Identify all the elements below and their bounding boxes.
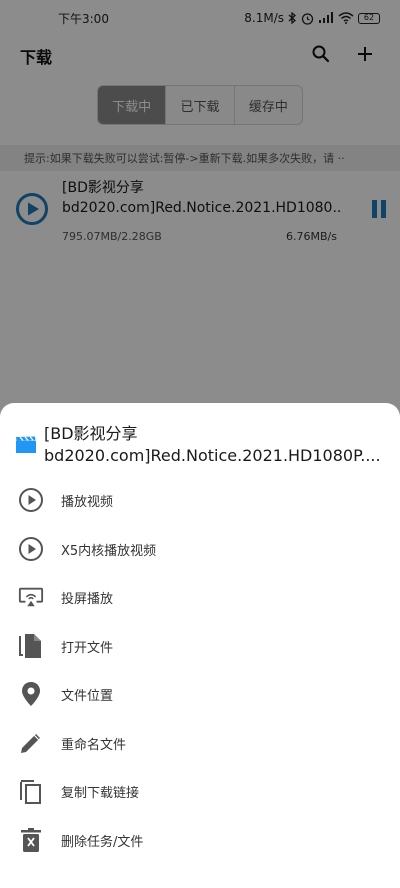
menu-item-label: 文件位置	[61, 689, 114, 704]
action-sheet: [BD影视分享 bd2020.com]Red.Notice.2021.HD108…	[0, 403, 400, 888]
video-file-icon	[15, 436, 37, 458]
menu-item-label: X5内核播放视频	[61, 543, 157, 559]
sheet-title-line2: bd2020.com]Red.Notice.2021.HD1080P....	[44, 446, 381, 465]
play-circle-icon	[18, 536, 44, 562]
menu-item-label: 复制下载链接	[61, 786, 140, 801]
menu-item-label: 打开文件	[61, 640, 114, 656]
pencil-icon	[18, 730, 44, 756]
menu-item-label: 投屏播放	[61, 592, 114, 607]
menu-item-file-location[interactable]: 文件位置	[0, 669, 400, 718]
menu-item-play-video[interactable]: 播放视频	[0, 475, 400, 524]
menu-item-rename-file[interactable]: 重命名文件	[0, 718, 400, 767]
trash-icon	[18, 827, 44, 853]
menu-item-label: 删除任务/文件	[61, 834, 144, 850]
menu-item-x5-play-video[interactable]: X5内核播放视频	[0, 524, 400, 573]
location-pin-icon	[18, 681, 44, 707]
menu-item-delete[interactable]: 删除任务/文件	[0, 815, 400, 864]
play-circle-icon	[18, 487, 44, 513]
copy-icon	[18, 778, 44, 804]
menu-item-copy-link[interactable]: 复制下载链接	[0, 766, 400, 815]
cast-icon	[18, 584, 44, 610]
file-icon	[18, 633, 44, 659]
menu-item-cast[interactable]: 投屏播放	[0, 572, 400, 621]
menu-item-label: 播放视频	[61, 495, 114, 510]
menu-item-label: 重命名文件	[61, 737, 127, 753]
sheet-title-line1: [BD影视分享	[44, 424, 138, 443]
action-menu: 播放视频 X5内核播放视频 投屏播放 打开文件 文件位置 重命名文件 复制下载链…	[0, 475, 400, 863]
menu-item-open-file[interactable]: 打开文件	[0, 621, 400, 670]
sheet-title: [BD影视分享 bd2020.com]Red.Notice.2021.HD108…	[44, 423, 384, 467]
downloads-page: 下午3:00 8.1M/s 62 下载 下载中 已下载 缓存中 提示:如果下载失…	[0, 0, 400, 888]
sheet-header: [BD影视分享 bd2020.com]Red.Notice.2021.HD108…	[0, 423, 400, 471]
